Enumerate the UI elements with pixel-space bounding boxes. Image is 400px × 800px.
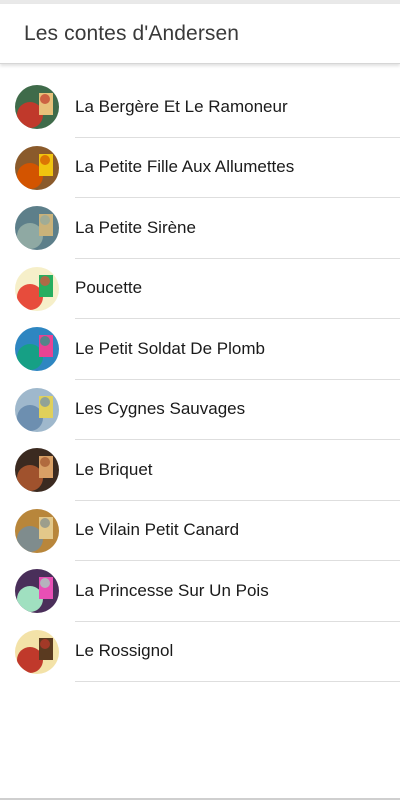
list-item-label: Le Vilain Petit Canard — [75, 520, 240, 540]
list-item-body: Le Vilain Petit Canard — [75, 501, 400, 561]
list-item-label: Les Cygnes Sauvages — [75, 399, 246, 419]
list-item[interactable]: Le Briquet — [0, 440, 400, 501]
list-item-body: La Petite Sirène — [75, 198, 400, 259]
list-item-label: Le Briquet — [75, 459, 153, 479]
list-item-label: La Bergère Et Le Ramoneur — [75, 96, 288, 116]
list-item-body: Le Briquet — [75, 440, 400, 501]
list-item[interactable]: Poucette — [0, 259, 400, 319]
list-item-body: Poucette — [75, 259, 400, 319]
list-item-body: Le Petit Soldat De Plomb — [75, 319, 400, 380]
list-item-body: La Petite Fille Aux Allumettes — [75, 138, 400, 198]
list-item-label: Poucette — [75, 278, 143, 298]
cover-bergere-icon — [15, 85, 59, 130]
list-item-body: Les Cygnes Sauvages — [75, 380, 400, 440]
cover-poucette-icon — [15, 266, 59, 311]
list-item[interactable]: Le Vilain Petit Canard — [0, 501, 400, 561]
list-item-body: La Princesse Sur Un Pois — [75, 561, 400, 622]
list-item-body: Le Rossignol — [75, 622, 400, 682]
app-bar: Les contes d'Andersen — [0, 4, 400, 64]
list-item[interactable]: Le Petit Soldat De Plomb — [0, 319, 400, 380]
list-item-body: La Bergère Et Le Ramoneur — [75, 77, 400, 138]
list-item[interactable]: Le Rossignol — [0, 622, 400, 682]
list-item[interactable]: La Petite Fille Aux Allumettes — [0, 138, 400, 198]
cover-briquet-icon — [15, 448, 59, 493]
cover-cygnes-icon — [15, 387, 59, 432]
list-item-label: La Petite Fille Aux Allumettes — [75, 157, 295, 177]
app-screen: Les contes d'Andersen La Bergère Et Le R… — [0, 0, 400, 800]
list-item-label: Le Rossignol — [75, 641, 174, 661]
list-item[interactable]: La Princesse Sur Un Pois — [0, 561, 400, 622]
list-item-label: La Petite Sirène — [75, 217, 196, 237]
cover-canard-icon — [15, 508, 59, 553]
cover-sirene-icon — [15, 206, 59, 251]
cover-princesse-icon — [15, 569, 59, 614]
cover-soldat-icon — [15, 327, 59, 372]
story-list: La Bergère Et Le Ramoneur La Petite Fille… — [0, 77, 400, 682]
list-item-label: La Princesse Sur Un Pois — [75, 580, 269, 600]
page-title: Les contes d'Andersen — [24, 21, 240, 45]
list-item[interactable]: La Bergère Et Le Ramoneur — [0, 77, 400, 138]
cover-rossignol-icon — [15, 629, 59, 674]
list-item-label: Le Petit Soldat De Plomb — [75, 338, 265, 358]
list-item[interactable]: Les Cygnes Sauvages — [0, 380, 400, 440]
list-item[interactable]: La Petite Sirène — [0, 198, 400, 259]
cover-allumettes-icon — [15, 145, 59, 190]
